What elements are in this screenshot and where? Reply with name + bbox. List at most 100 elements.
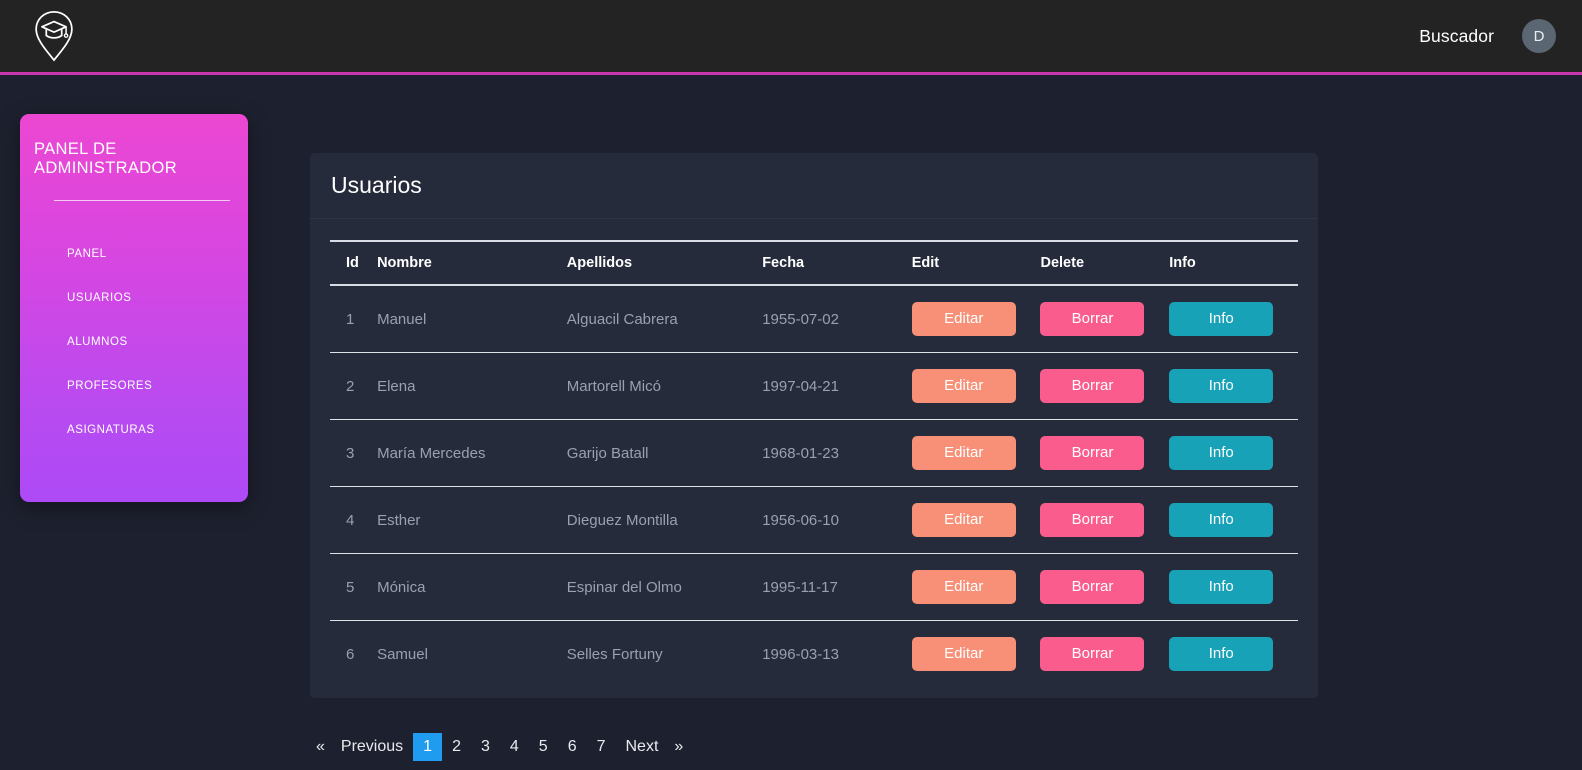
avatar-initial: D (1533, 27, 1545, 45)
top-navbar: Buscador D (0, 0, 1582, 75)
nav-item-buscador[interactable]: Buscador (1419, 26, 1494, 47)
cell-apellidos: Martorell Micó (566, 352, 763, 420)
delete-button[interactable]: Borrar (1040, 302, 1145, 336)
cell-delete: Borrar (1040, 486, 1170, 554)
sidebar-list-item: ASIGNATURAS (34, 408, 234, 452)
delete-button[interactable]: Borrar (1040, 369, 1145, 403)
cell-id: 2 (330, 352, 378, 420)
cell-nombre: Esther (377, 486, 567, 554)
cell-apellidos: Alguacil Cabrera (566, 285, 763, 353)
cell-delete: Borrar (1040, 621, 1169, 688)
pagination-page-4[interactable]: 4 (500, 733, 529, 761)
sidebar-item-alumnos[interactable]: ALUMNOS (34, 320, 234, 364)
delete-button[interactable]: Borrar (1040, 637, 1145, 671)
card-header: Usuarios (310, 153, 1318, 219)
cell-fecha: 1997-04-21 (762, 352, 912, 420)
edit-button[interactable]: Editar (911, 436, 1016, 470)
cell-edit: Editar (911, 419, 1041, 487)
sidebar-list-item: PROFESORES (34, 364, 234, 408)
table-row: 6 Samuel Selles Fortuny 1996-03-13 Edita… (330, 621, 1298, 688)
cell-info: Info (1169, 285, 1298, 353)
cell-id: 6 (346, 645, 355, 663)
cell-info: Info (1169, 621, 1298, 688)
page-title: Usuarios (331, 172, 422, 198)
cell-delete: Borrar (1040, 352, 1170, 420)
cell-fecha: 1996-03-13 (762, 645, 839, 663)
sidebar-menu: PANEL USUARIOS ALUMNOS PROFESORES ASIGNA… (34, 232, 234, 452)
info-button[interactable]: Info (1169, 503, 1274, 537)
cell-edit: Editar (911, 285, 1041, 353)
table-body: 1 Manuel Alguacil Cabrera 1955-07-02 Edi… (330, 285, 1298, 687)
edit-button[interactable]: Editar (911, 503, 1016, 537)
table-head: Id Nombre Apellidos Fecha Edit Delete In… (330, 240, 1298, 286)
edit-button[interactable]: Editar (911, 369, 1016, 403)
pagination: « Previous 1 2 3 4 5 6 7 Next » (310, 733, 689, 761)
pagination-previous[interactable]: Previous (331, 733, 413, 761)
cell-apellidos: Espinar del Olmo (566, 553, 763, 621)
sidebar-divider (54, 200, 230, 201)
info-button[interactable]: Info (1169, 436, 1274, 470)
cell-id: 4 (330, 486, 378, 554)
cell-info: Info (1169, 486, 1298, 554)
edit-button[interactable]: Editar (911, 637, 1016, 671)
column-header-info: Info (1169, 240, 1298, 286)
column-header-fecha: Fecha (762, 240, 912, 286)
cell-edit: Editar (911, 621, 1041, 688)
table-row: 5 Mónica Espinar del Olmo 1995-11-17 Edi… (330, 553, 1298, 621)
pagination-page-5[interactable]: 5 (529, 733, 558, 761)
navbar-right-group: Buscador D (1419, 19, 1556, 53)
info-button[interactable]: Info (1169, 369, 1274, 403)
sidebar-item-asignaturas[interactable]: ASIGNATURAS (34, 408, 234, 452)
column-header-delete: Delete (1040, 240, 1170, 286)
pagination-last-chevron[interactable]: » (668, 733, 689, 761)
sidebar-item-usuarios[interactable]: USUARIOS (34, 276, 234, 320)
cell-apellidos: Selles Fortuny (566, 645, 663, 663)
delete-button[interactable]: Borrar (1040, 436, 1145, 470)
edit-button[interactable]: Editar (911, 302, 1016, 336)
cell-edit: Editar (911, 553, 1041, 621)
pagination-page-2[interactable]: 2 (442, 733, 471, 761)
pagination-page-3[interactable]: 3 (471, 733, 500, 761)
sidebar-list-item: ALUMNOS (34, 320, 234, 364)
users-table-wrapper: Id Nombre Apellidos Fecha Edit Delete In… (310, 219, 1318, 687)
cell-info: Info (1169, 419, 1298, 487)
column-header-edit: Edit (911, 240, 1041, 286)
sidebar-list-item: USUARIOS (34, 276, 234, 320)
brand-logo-link[interactable] (26, 8, 80, 64)
cell-fecha: 1995-11-17 (762, 553, 912, 621)
cell-nombre: Elena (377, 352, 567, 420)
avatar[interactable]: D (1522, 19, 1556, 53)
sidebar-item-panel[interactable]: PANEL (34, 232, 234, 276)
info-button[interactable]: Info (1169, 302, 1274, 336)
cell-id: 1 (330, 285, 378, 353)
cell-nombre: María Mercedes (377, 419, 567, 487)
table-row: 1 Manuel Alguacil Cabrera 1955-07-02 Edi… (330, 285, 1298, 353)
cell-fecha: 1955-07-02 (762, 285, 912, 353)
info-button[interactable]: Info (1169, 637, 1274, 671)
sidebar-item-profesores[interactable]: PROFESORES (34, 364, 234, 408)
cell-id: 3 (330, 419, 378, 487)
pagination-first-chevron[interactable]: « (310, 733, 331, 761)
info-button[interactable]: Info (1169, 570, 1274, 604)
column-header-id: Id (330, 240, 378, 286)
pagination-page-6[interactable]: 6 (558, 733, 587, 761)
cell-delete: Borrar (1040, 553, 1170, 621)
cell-edit: Editar (911, 486, 1041, 554)
table-row: 4 Esther Dieguez Montilla 1956-06-10 Edi… (330, 486, 1298, 554)
sidebar-title: PANEL DE ADMINISTRADOR (34, 140, 177, 177)
edit-button[interactable]: Editar (911, 570, 1016, 604)
delete-button[interactable]: Borrar (1040, 570, 1145, 604)
users-table: Id Nombre Apellidos Fecha Edit Delete In… (330, 240, 1298, 687)
admin-sidebar: PANEL DE ADMINISTRADOR PANEL USUARIOS AL… (20, 114, 248, 502)
sidebar-list-item: PANEL (34, 232, 234, 276)
cell-apellidos: Dieguez Montilla (566, 486, 763, 554)
pagination-page-1[interactable]: 1 (413, 733, 443, 761)
pagination-page-7[interactable]: 7 (587, 733, 616, 761)
table-row: 2 Elena Martorell Micó 1997-04-21 Editar… (330, 352, 1298, 420)
column-header-nombre: Nombre (377, 240, 567, 286)
delete-button[interactable]: Borrar (1040, 503, 1145, 537)
table-row: 3 María Mercedes Garijo Batall 1968-01-2… (330, 419, 1298, 487)
cell-apellidos: Garijo Batall (566, 419, 763, 487)
column-header-apellidos: Apellidos (566, 240, 763, 286)
pagination-next[interactable]: Next (616, 733, 669, 761)
